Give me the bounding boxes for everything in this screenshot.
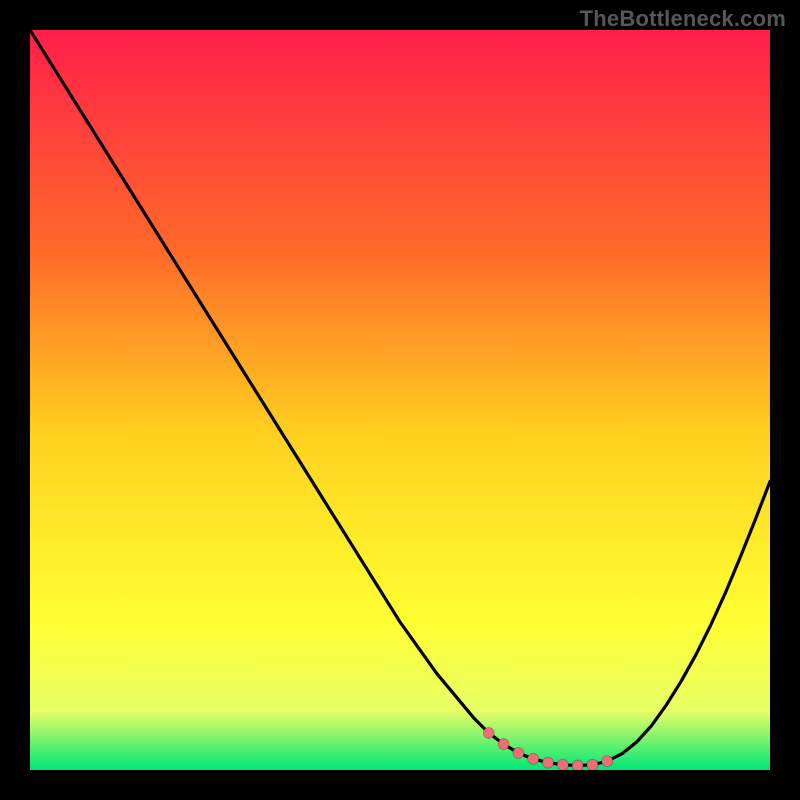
trough-marker xyxy=(587,759,598,770)
trough-marker xyxy=(513,747,524,758)
trough-marker xyxy=(602,756,613,767)
trough-marker xyxy=(543,757,554,768)
trough-marker xyxy=(557,759,568,770)
trough-marker xyxy=(528,753,539,764)
trough-marker xyxy=(572,760,583,770)
trough-marker xyxy=(483,728,494,739)
chart-area xyxy=(30,30,770,770)
trough-marker xyxy=(498,739,509,750)
watermark-text: TheBottleneck.com xyxy=(580,6,786,32)
gradient-background xyxy=(30,30,770,770)
chart-svg xyxy=(30,30,770,770)
